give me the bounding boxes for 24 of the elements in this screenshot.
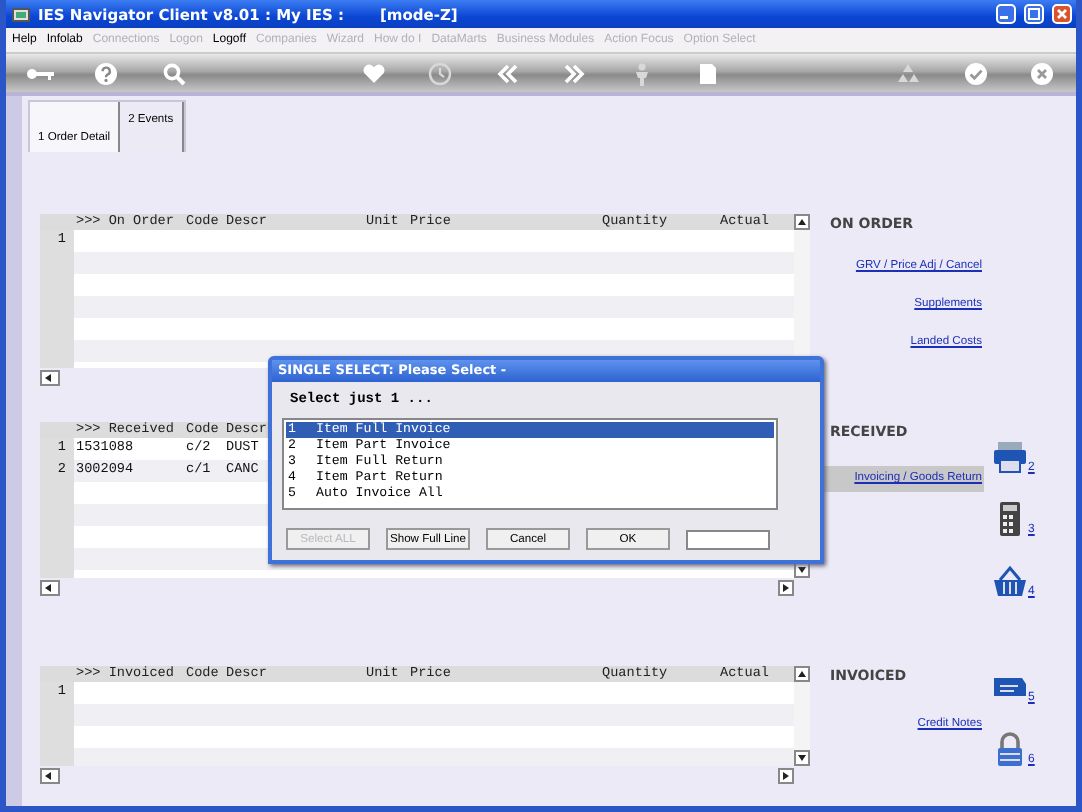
printer-icon[interactable]: [992, 440, 1028, 474]
scroll-up-icon[interactable]: [794, 666, 810, 682]
scroll-up-icon[interactable]: [794, 214, 810, 230]
check-icon[interactable]: [963, 61, 988, 85]
scroll-down-icon[interactable]: [794, 750, 810, 766]
scroll-right-icon[interactable]: [778, 579, 794, 595]
forward-icon[interactable]: [562, 61, 587, 85]
basket-icon[interactable]: [992, 564, 1028, 598]
close-button[interactable]: [1052, 4, 1072, 24]
help-icon[interactable]: [94, 61, 119, 85]
scroll-left-icon[interactable]: [40, 767, 60, 783]
search-icon[interactable]: [161, 61, 186, 85]
scroll-left-icon[interactable]: [40, 369, 60, 385]
rewind-icon[interactable]: [495, 61, 520, 85]
input-field[interactable]: [686, 529, 770, 549]
scroll-left-icon[interactable]: [40, 579, 60, 595]
document-icon[interactable]: [696, 61, 721, 85]
close-icon[interactable]: [1030, 61, 1055, 85]
app-icon: [12, 5, 30, 23]
minimize-button[interactable]: [996, 4, 1016, 24]
lock-icon[interactable]: [992, 732, 1028, 766]
scroll-right-icon[interactable]: [778, 767, 794, 783]
heart-icon[interactable]: [361, 61, 386, 85]
maximize-button[interactable]: [1024, 4, 1044, 24]
